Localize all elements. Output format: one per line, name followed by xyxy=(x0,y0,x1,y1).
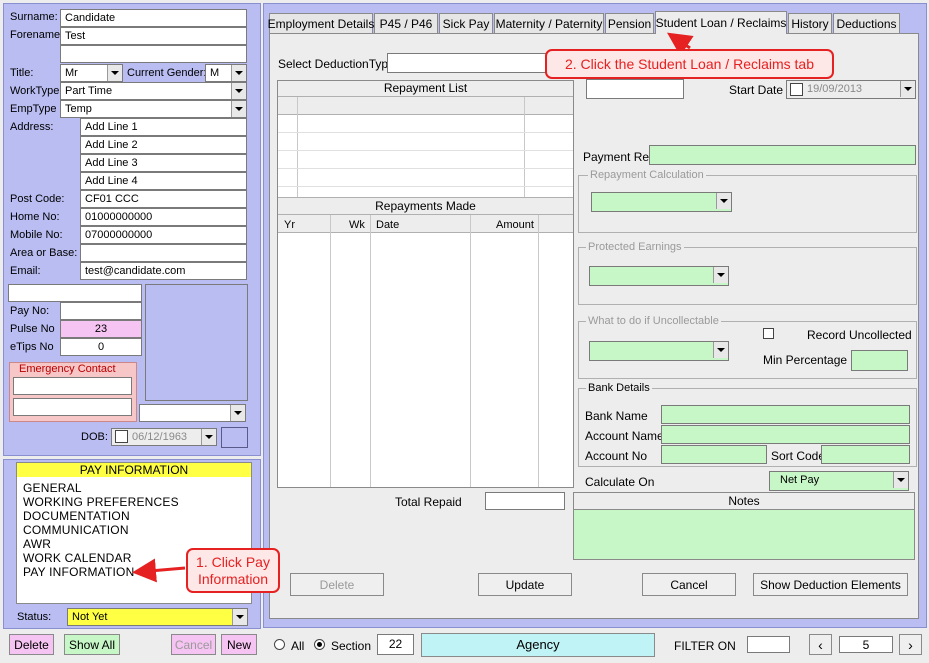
callout-arrows xyxy=(132,32,694,583)
arrow-to-student-loan-tab xyxy=(667,32,694,56)
arrow-to-pay-information xyxy=(132,558,186,583)
callout-step-2: 2. Click the Student Loan / Reclaims tab xyxy=(545,49,834,79)
callout-step-1: 1. Click Pay Information xyxy=(186,548,280,593)
